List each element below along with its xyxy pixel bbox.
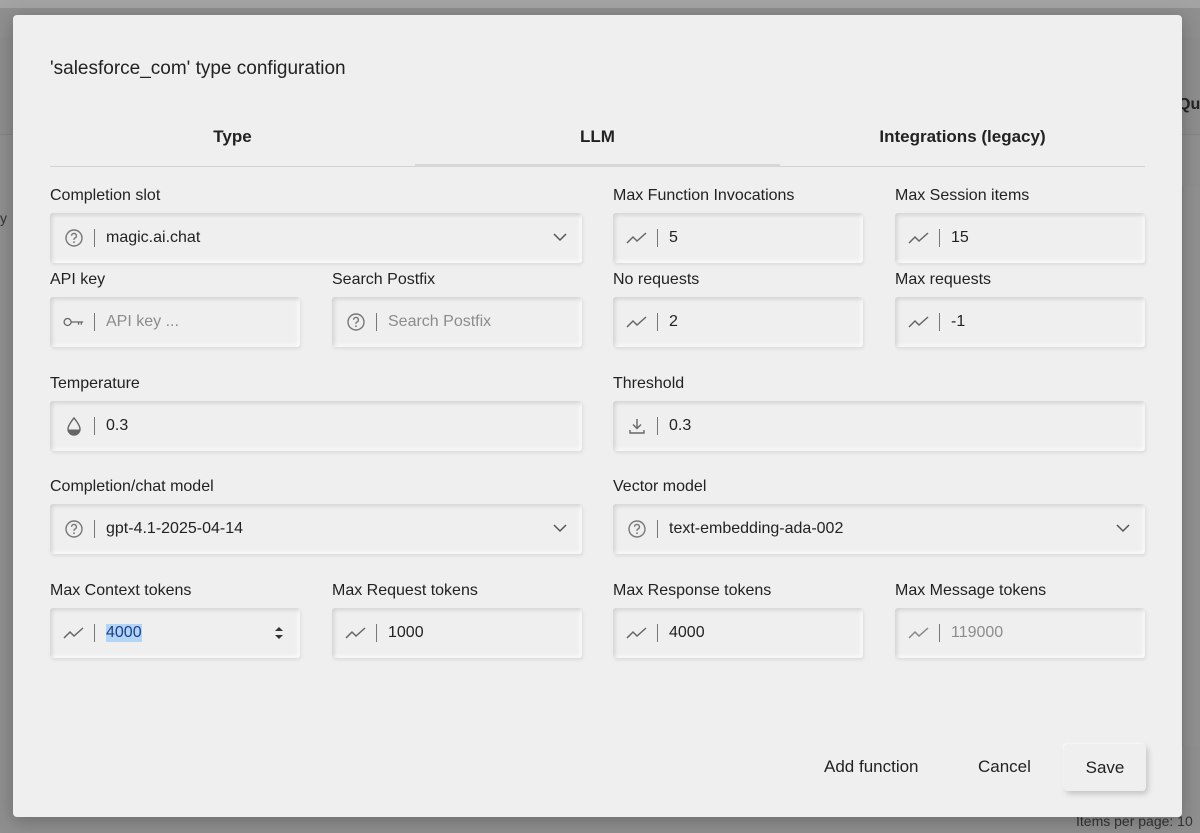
chevron-down-icon[interactable] [552, 229, 568, 245]
threshold-value: 0.3 [669, 417, 692, 434]
background-left-text: y [0, 210, 7, 226]
drop-icon [63, 415, 85, 437]
temperature-value: 0.3 [106, 417, 129, 434]
no-requests-value: 2 [669, 313, 678, 330]
max-context-tokens-input[interactable]: 4000 [50, 608, 300, 658]
trend-icon [626, 622, 648, 644]
tab-integrations-legacy[interactable]: Integrations (legacy) [780, 118, 1145, 166]
no-requests-input[interactable]: 2 [613, 297, 863, 347]
completion-model-select[interactable]: gpt-4.1-2025-04-14 [50, 504, 582, 554]
help-circle-icon [63, 227, 85, 249]
help-circle-icon [345, 311, 367, 333]
api-key-placeholder: API key ... [106, 313, 179, 330]
api-key-label: API key [50, 271, 106, 288]
vector-model-select[interactable]: text-embedding-ada-002 [613, 504, 1145, 554]
completion-slot-select[interactable]: magic.ai.chat [50, 213, 582, 263]
max-context-tokens-label: Max Context tokens [50, 582, 192, 599]
no-requests-label: No requests [613, 271, 700, 288]
max-message-tokens-label: Max Message tokens [895, 582, 1047, 599]
trend-icon [908, 311, 930, 333]
temperature-input[interactable]: 0.3 [50, 401, 582, 451]
max-function-invocations-label: Max Function Invocations [613, 187, 795, 204]
max-context-tokens-value: 4000 [106, 624, 142, 642]
max-request-tokens-value: 1000 [388, 624, 424, 641]
max-function-invocations-value: 5 [669, 229, 678, 246]
search-postfix-placeholder: Search Postfix [388, 313, 492, 330]
dialog-title: 'salesforce_com' type configuration [50, 58, 346, 79]
trend-icon [63, 622, 85, 644]
max-session-items-label: Max Session items [895, 187, 1030, 204]
max-message-tokens-input[interactable]: 119000 [895, 608, 1145, 658]
vector-model-value: text-embedding-ada-002 [669, 520, 844, 537]
help-circle-icon [63, 518, 85, 540]
completion-model-label: Completion/chat model [50, 478, 214, 495]
max-session-items-value: 15 [951, 229, 969, 246]
max-session-items-input[interactable]: 15 [895, 213, 1145, 263]
max-message-tokens-placeholder: 119000 [951, 624, 1004, 641]
trend-icon [908, 227, 930, 249]
number-spinner-icon[interactable] [274, 625, 284, 641]
trend-icon [908, 622, 930, 644]
chevron-down-icon[interactable] [1115, 520, 1131, 536]
tab-type[interactable]: Type [50, 118, 415, 166]
save-button[interactable]: Save [1064, 744, 1146, 791]
completion-model-value: gpt-4.1-2025-04-14 [106, 520, 243, 537]
search-postfix-input[interactable]: Search Postfix [332, 297, 582, 347]
background-topbar [0, 0, 1200, 8]
max-response-tokens-input[interactable]: 4000 [613, 608, 863, 658]
vector-model-label: Vector model [613, 478, 707, 495]
help-circle-icon [626, 518, 648, 540]
api-key-input[interactable]: API key ... [50, 297, 300, 347]
trend-icon [345, 622, 367, 644]
type-configuration-dialog: 'salesforce_com' type configuration Type… [13, 15, 1182, 817]
max-response-tokens-label: Max Response tokens [613, 582, 772, 599]
trend-icon [626, 227, 648, 249]
max-requests-value: -1 [951, 313, 966, 330]
max-request-tokens-input[interactable]: 1000 [332, 608, 582, 658]
download-icon [626, 415, 648, 437]
threshold-label: Threshold [613, 375, 685, 392]
max-response-tokens-value: 4000 [669, 624, 705, 641]
max-request-tokens-label: Max Request tokens [332, 582, 478, 599]
background-table-edge [1182, 186, 1200, 746]
search-postfix-label: Search Postfix [332, 271, 436, 288]
completion-slot-label: Completion slot [50, 187, 161, 204]
temperature-label: Temperature [50, 375, 140, 392]
cancel-button[interactable]: Cancel [978, 757, 1031, 777]
add-function-button[interactable]: Add function [824, 757, 919, 777]
max-requests-input[interactable]: -1 [895, 297, 1145, 347]
max-function-invocations-input[interactable]: 5 [613, 213, 863, 263]
chevron-down-icon[interactable] [552, 520, 568, 536]
trend-icon [626, 311, 648, 333]
tab-bar: Type LLM Integrations (legacy) [50, 118, 1145, 167]
max-requests-label: Max requests [895, 271, 992, 288]
completion-slot-value: magic.ai.chat [106, 229, 201, 246]
threshold-input[interactable]: 0.3 [613, 401, 1145, 451]
key-icon [63, 311, 85, 333]
tab-llm[interactable]: LLM [415, 118, 780, 167]
